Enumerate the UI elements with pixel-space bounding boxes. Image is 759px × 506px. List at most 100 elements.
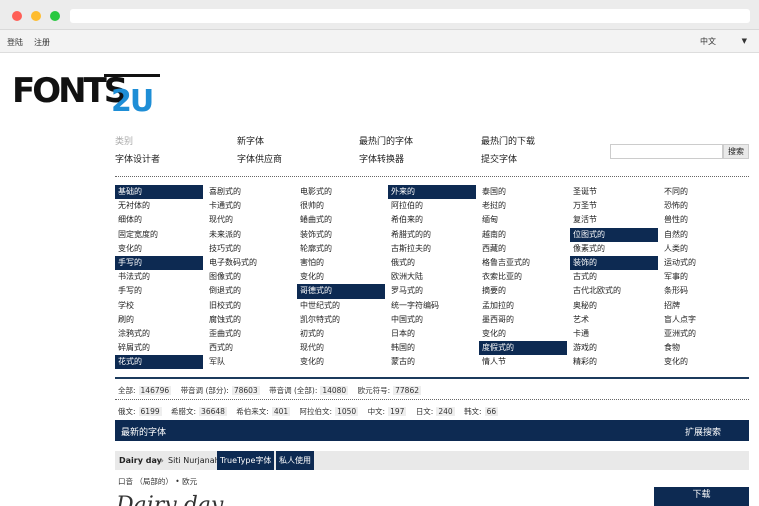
nav-vendors[interactable]: 字体供应商 [237,152,282,165]
search-input[interactable] [610,144,723,159]
category-link[interactable]: 变化的 [297,270,385,284]
category-link[interactable]: 书法式的 [115,270,203,284]
category-link[interactable]: 未来派的 [206,228,294,242]
category-link[interactable]: 轮廓式的 [297,242,385,256]
category-link[interactable]: 图像式的 [206,270,294,284]
category-link[interactable]: 情人节 [479,355,567,369]
category-link[interactable]: 装饰式的 [297,228,385,242]
category-link[interactable]: 变化的 [479,327,567,341]
category-link[interactable]: 现代的 [206,213,294,227]
address-bar[interactable] [70,9,750,23]
category-link[interactable]: 招牌 [661,299,749,313]
category-link[interactable]: 喜剧式的 [206,185,294,199]
category-link[interactable]: 不同的 [661,185,749,199]
category-link[interactable]: 盲人点字 [661,313,749,327]
category-group-header[interactable]: 外来的 [388,185,476,200]
nav-new-fonts[interactable]: 新字体 [237,134,264,147]
category-link[interactable]: 电影式的 [297,185,385,199]
category-link[interactable]: 兽性的 [661,213,749,227]
category-link[interactable]: 亚洲式的 [661,327,749,341]
category-link[interactable]: 卡通式的 [206,199,294,213]
category-link[interactable]: 越南的 [479,228,567,242]
category-group-header[interactable]: 花式的 [115,355,203,370]
category-link[interactable]: 墨西哥的 [479,313,567,327]
category-link[interactable]: 游戏的 [570,341,658,355]
category-link[interactable]: 卡通 [570,327,658,341]
category-link[interactable]: 俄式的 [388,256,476,270]
category-link[interactable]: 蜷曲式的 [297,213,385,227]
category-link[interactable]: 涂鸦式的 [115,327,203,341]
category-link[interactable]: 精彩的 [570,355,658,369]
category-link[interactable]: 军事的 [661,270,749,284]
category-link[interactable]: 自然的 [661,228,749,242]
category-group-header[interactable]: 基础的 [115,185,203,200]
category-link[interactable]: 歪曲式的 [206,327,294,341]
category-link[interactable]: 手写的 [115,284,203,298]
category-link[interactable]: 运动式的 [661,256,749,270]
advanced-search-link[interactable]: 扩展搜索 [685,425,721,438]
category-link[interactable]: 食物 [661,341,749,355]
category-link[interactable]: 初式的 [297,327,385,341]
font-author-link[interactable]: Siti Nurjanah [168,456,220,465]
category-link[interactable]: 技巧式的 [206,242,294,256]
category-link[interactable]: 碎屑式的 [115,341,203,355]
category-link[interactable]: 古式的 [570,270,658,284]
category-group-header[interactable]: 哥德式的 [297,284,385,299]
close-window-button[interactable] [12,11,22,21]
category-link[interactable]: 希伯来的 [388,213,476,227]
category-link[interactable]: 学校 [115,299,203,313]
category-link[interactable]: 刷的 [115,313,203,327]
category-link[interactable]: 倒退式的 [206,284,294,298]
nav-submit-font[interactable]: 提交字体 [481,152,517,165]
category-link[interactable]: 很帅的 [297,199,385,213]
category-link[interactable]: 泰国的 [479,185,567,199]
nav-converter[interactable]: 字体转换器 [359,152,404,165]
font-name-link[interactable]: Dairy day [119,456,162,465]
category-link[interactable]: 古斯拉夫的 [388,242,476,256]
font-preview[interactable]: Dairy day [116,488,236,506]
category-link[interactable]: 万圣节 [570,199,658,213]
category-link[interactable]: 复活节 [570,213,658,227]
category-link[interactable]: 像素式的 [570,242,658,256]
category-link[interactable]: 变化的 [115,242,203,256]
category-link[interactable]: 欧洲大陆 [388,270,476,284]
category-link[interactable]: 摘要的 [479,284,567,298]
fonts2u-logo[interactable]: FONTS 2U [12,70,162,115]
category-group-header[interactable]: 度假式的 [479,341,567,356]
category-link[interactable]: 格鲁吉亚式的 [479,256,567,270]
category-link[interactable]: 条形码 [661,284,749,298]
category-link[interactable]: 艺术 [570,313,658,327]
category-link[interactable]: 希腊式的的 [388,228,476,242]
language-select[interactable]: 中文 ▼ [696,34,751,48]
category-link[interactable]: 恐怖的 [661,199,749,213]
category-link[interactable]: 固定宽度的 [115,228,203,242]
search-button[interactable]: 搜索 [723,144,749,159]
category-link[interactable]: 西藏的 [479,242,567,256]
category-link[interactable]: 无衬体的 [115,199,203,213]
nav-popular-fonts[interactable]: 最热门的字体 [359,134,413,147]
category-link[interactable]: 中世纪式的 [297,299,385,313]
category-link[interactable]: 人类的 [661,242,749,256]
minimize-window-button[interactable] [31,11,41,21]
category-group-header[interactable]: 位图式的 [570,227,658,242]
category-link[interactable]: 变化的 [297,355,385,369]
category-link[interactable]: 电子数码式的 [206,256,294,270]
category-link[interactable]: 圣诞节 [570,185,658,199]
category-link[interactable]: 西式的 [206,341,294,355]
category-link[interactable]: 凯尔特式的 [297,313,385,327]
category-link[interactable]: 腐蚀式的 [206,313,294,327]
category-link[interactable]: 罗马式的 [388,284,476,298]
category-link[interactable]: 衣索比亚的 [479,270,567,284]
category-group-header[interactable]: 手写的 [115,255,203,271]
category-link[interactable]: 阿拉伯的 [388,199,476,213]
category-link[interactable]: 中国式的 [388,313,476,327]
category-link[interactable]: 日本的 [388,327,476,341]
category-link[interactable]: 老挝的 [479,199,567,213]
category-link[interactable]: 军队 [206,355,294,369]
nav-designers[interactable]: 字体设计者 [115,152,160,165]
category-link[interactable]: 缅甸 [479,213,567,227]
category-group-header[interactable]: 装饰的 [570,255,658,271]
category-link[interactable]: 细体的 [115,213,203,227]
category-link[interactable]: 现代的 [297,341,385,355]
download-button[interactable]: 下载 [654,487,749,506]
